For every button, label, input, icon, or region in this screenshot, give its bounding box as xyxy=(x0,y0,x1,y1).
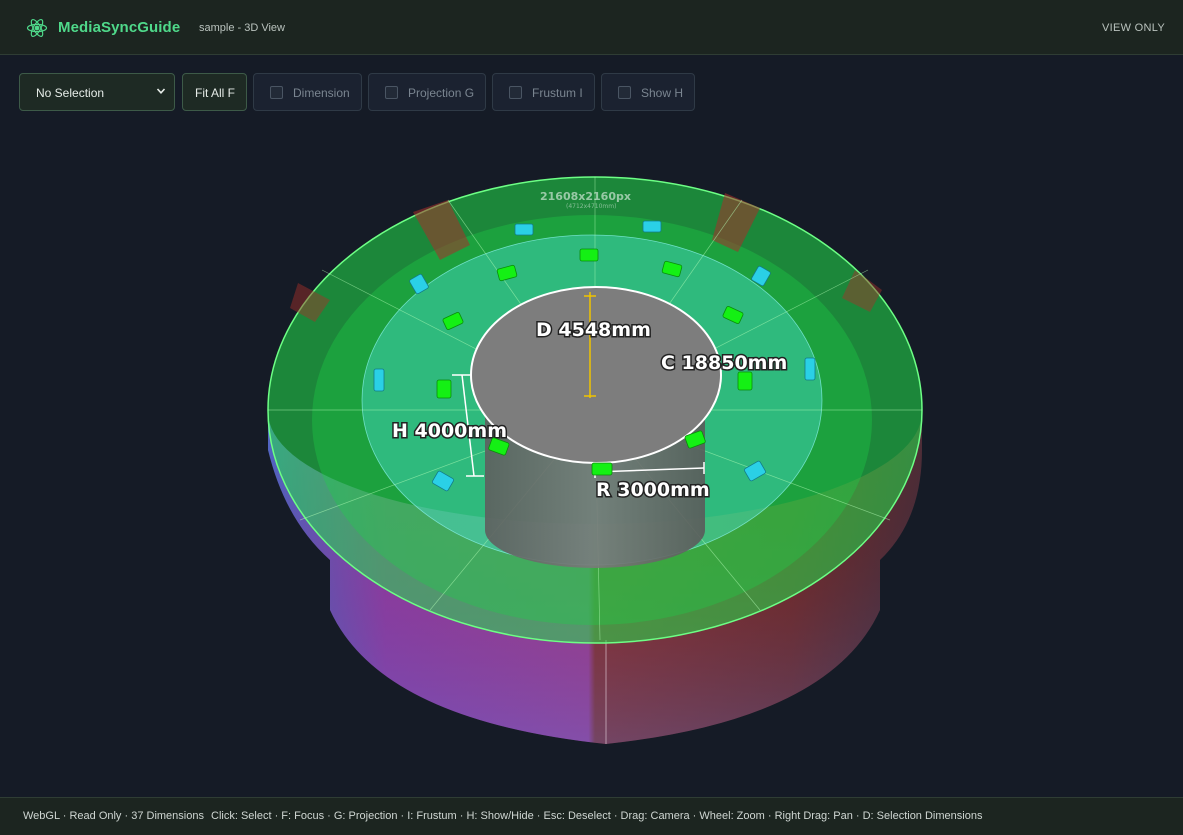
fit-all-label: Fit All F xyxy=(195,86,236,100)
selection-value: No Selection xyxy=(36,86,105,100)
3d-viewport[interactable]: D 4548mm C 18850mm H 4000mm R 3000mm 216… xyxy=(0,120,1183,796)
show-hide-checkbox[interactable] xyxy=(618,86,631,99)
mode-badge: VIEW ONLY xyxy=(1101,22,1165,34)
projection-toggle[interactable]: Projection G xyxy=(368,73,486,111)
diameter-label: D 4548mm xyxy=(536,319,651,341)
project-subtitle: sample - 3D View xyxy=(199,22,285,34)
projector[interactable] xyxy=(737,371,753,391)
keyboard-shortcuts: Click: Select · F: Focus · G: Projection… xyxy=(211,810,983,822)
projection-label: Projection G xyxy=(408,86,475,100)
fit-all-button[interactable]: Fit All F xyxy=(182,73,247,111)
camera[interactable] xyxy=(804,357,816,381)
projection-checkbox[interactable] xyxy=(385,86,398,99)
camera[interactable] xyxy=(373,368,385,392)
camera[interactable] xyxy=(642,220,662,233)
circumference-label[interactable]: C 18850mm xyxy=(660,351,789,376)
projector[interactable] xyxy=(579,248,599,262)
show-hide-toggle[interactable]: Show H xyxy=(601,73,695,111)
dimension-checkbox[interactable] xyxy=(270,86,283,99)
status-bar: WebGL · Read Only · 37 Dimensions Click:… xyxy=(0,797,1183,835)
app-title: MediaSyncGuide xyxy=(58,19,181,36)
status-summary: WebGL · Read Only · 37 Dimensions xyxy=(23,810,204,822)
resolution-sub-label: (4712x4710mm) xyxy=(566,203,616,210)
frustum-label: Frustum I xyxy=(532,86,583,100)
dimension-label: Dimension xyxy=(293,86,350,100)
camera[interactable] xyxy=(514,223,534,236)
dimension-toggle[interactable]: Dimension xyxy=(253,73,362,111)
radius-label: R 3000mm xyxy=(596,479,710,501)
header-bar: MediaSyncGuide sample - 3D View VIEW ONL… xyxy=(0,0,1183,55)
atom-icon xyxy=(26,18,48,38)
resolution-label: 21608x2160px xyxy=(540,190,631,203)
frustum-toggle[interactable]: Frustum I xyxy=(492,73,595,111)
selection-dropdown[interactable]: No Selection xyxy=(19,73,175,111)
scene-canvas[interactable]: D 4548mm C 18850mm H 4000mm R 3000mm 216… xyxy=(0,120,1183,796)
height-label: H 4000mm xyxy=(392,420,507,442)
chevron-down-icon xyxy=(156,88,166,94)
projector[interactable] xyxy=(436,379,452,399)
app-window: MediaSyncGuide sample - 3D View VIEW ONL… xyxy=(0,0,1183,835)
projector[interactable] xyxy=(591,462,613,476)
frustum-checkbox[interactable] xyxy=(509,86,522,99)
show-hide-label: Show H xyxy=(641,86,684,100)
